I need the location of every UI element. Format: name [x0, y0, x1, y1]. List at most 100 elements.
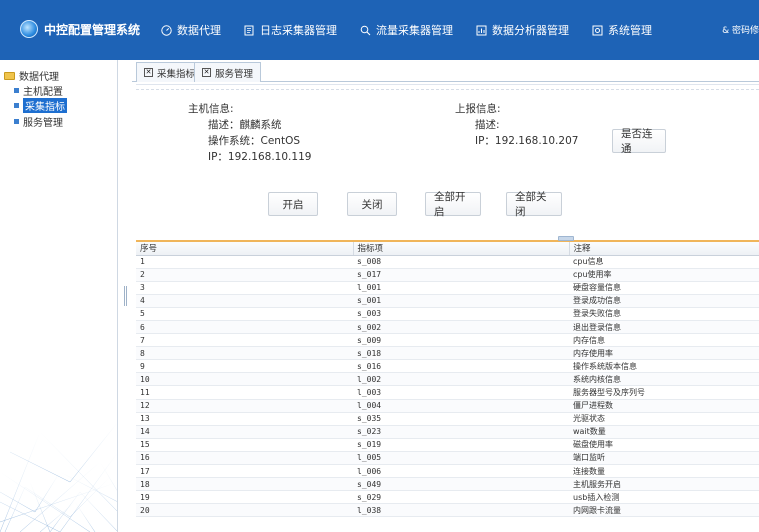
cell-comment: usb插入检测 — [569, 490, 759, 505]
cell-index: 19 — [136, 490, 353, 505]
brand: 中控配置管理系统 — [20, 20, 140, 38]
cell-metric: s_029 — [353, 490, 569, 505]
bullet-icon — [14, 119, 19, 124]
cell-index: 15 — [136, 438, 353, 452]
nav-traffic-collector[interactable]: 流量采集器管理 — [359, 22, 453, 38]
report-ip: IP：192.168.10.207 — [475, 135, 579, 147]
host-os: 操作系统：CentOS — [208, 135, 300, 147]
cell-metric: l_006 — [353, 464, 569, 479]
tab-service[interactable]: ✕ 服务管理 — [194, 62, 262, 82]
collapse-handle[interactable] — [558, 236, 574, 241]
cell-metric: l_002 — [353, 372, 569, 387]
table-row[interactable]: 6 s_002 退出登录信息 — [136, 320, 759, 335]
cell-comment: 服务器型号及序列号 — [569, 385, 759, 400]
cell-comment: 登录失败信息 — [569, 307, 759, 321]
main-nav: 数据代理 日志采集器管理 流量采集器管理 数据分析器管理 系统管理 — [160, 0, 674, 60]
cell-index: 11 — [136, 385, 353, 400]
column-header-comment[interactable]: 注释 — [569, 242, 759, 256]
check-connectivity-button[interactable]: 是否连通 — [612, 128, 666, 155]
table-row[interactable]: 8 s_018 内存使用率 — [136, 346, 759, 361]
table-row[interactable]: 19 s_029 usb插入检测 — [136, 490, 759, 505]
table-row[interactable]: 17 l_006 连接数量 — [136, 464, 759, 479]
cell-index: 18 — [136, 477, 353, 492]
cell-index: 7 — [136, 333, 353, 348]
cell-index: 8 — [136, 346, 353, 361]
top-bar: 中控配置管理系统 数据代理 日志采集器管理 流量采集器管理 数据分析器管理 系统… — [0, 0, 759, 60]
cell-index: 5 — [136, 307, 353, 321]
cell-metric: s_018 — [353, 346, 569, 361]
cell-comment: 端口监听 — [569, 451, 759, 466]
table-row[interactable]: 18 s_049 主机服务开启 — [136, 477, 759, 492]
cell-comment: cpu使用率 — [569, 268, 759, 282]
close-icon[interactable]: ✕ — [202, 68, 211, 77]
chart-icon — [475, 24, 487, 36]
tab-metrics[interactable]: ✕ 采集指标 — [136, 62, 204, 82]
column-header-index[interactable]: 序号 — [136, 242, 354, 256]
gear-icon — [591, 24, 603, 36]
table-row[interactable]: 7 s_009 内存信息 — [136, 333, 759, 348]
table-row[interactable]: 13 s_035 光驱状态 — [136, 412, 759, 426]
table-row[interactable]: 4 s_001 登录成功信息 — [136, 294, 759, 308]
close-icon[interactable]: ✕ — [144, 68, 153, 77]
toolbar-strip — [136, 84, 759, 90]
cell-comment: 僵尸进程数 — [569, 399, 759, 413]
cell-index: 9 — [136, 359, 353, 374]
cell-metric: l_005 — [353, 451, 569, 466]
tree-root-data-proxy[interactable]: 数据代理 — [4, 68, 59, 83]
table-row[interactable]: 3 l_001 硬盘容量信息 — [136, 281, 759, 295]
cell-index: 1 — [136, 255, 353, 269]
sidebar-resize-handle[interactable] — [124, 286, 127, 306]
table-row[interactable]: 14 s_023 wait数量 — [136, 425, 759, 439]
table-row[interactable]: 20 l_038 内网跟卡流量 — [136, 503, 759, 518]
table-row[interactable]: 11 l_003 服务器型号及序列号 — [136, 385, 759, 400]
cell-index: 16 — [136, 451, 353, 466]
bullet-icon — [14, 103, 19, 108]
cell-index: 6 — [136, 320, 353, 335]
nav-data-proxy[interactable]: 数据代理 — [160, 22, 221, 38]
sidebar-item-service[interactable]: 服务管理 — [14, 114, 63, 129]
table-row[interactable]: 10 l_002 系统内核信息 — [136, 372, 759, 387]
search-icon — [359, 24, 371, 36]
cell-comment: 系统内核信息 — [569, 372, 759, 387]
folder-icon — [4, 71, 15, 80]
cell-comment: 磁盘使用率 — [569, 438, 759, 452]
table-row[interactable]: 16 l_005 端口监听 — [136, 451, 759, 466]
cell-comment: 连接数量 — [569, 464, 759, 479]
sidebar-item-metrics[interactable]: 采集指标 — [14, 98, 67, 113]
tab-bar: ✕ 采集指标 ✕ 服务管理 — [132, 60, 759, 82]
nav-data-analyzer[interactable]: 数据分析器管理 — [475, 22, 569, 38]
stop-button[interactable]: 关闭 — [347, 192, 397, 216]
table-row[interactable]: 2 s_017 cpu使用率 — [136, 268, 759, 282]
metrics-table: 序号 指标项 注释 1 s_008 cpu信息 2 s_017 cpu使用率 3 l_001 硬… — [136, 242, 759, 532]
table-header-row: 序号 指标项 注释 — [136, 242, 759, 256]
cell-metric: l_003 — [353, 385, 569, 400]
change-password-link[interactable]: & 密码修 — [722, 23, 759, 36]
table-row[interactable]: 5 s_003 登录失败信息 — [136, 307, 759, 321]
cell-index: 12 — [136, 399, 353, 413]
nav-system[interactable]: 系统管理 — [591, 22, 652, 38]
column-header-metric[interactable]: 指标项 — [353, 242, 570, 256]
cell-index: 20 — [136, 503, 353, 518]
cell-metric: s_002 — [353, 320, 569, 335]
cell-metric: s_035 — [353, 412, 569, 426]
cell-metric: s_009 — [353, 333, 569, 348]
table-row[interactable]: 15 s_019 磁盘使用率 — [136, 438, 759, 452]
table-row[interactable]: 9 s_016 操作系统版本信息 — [136, 359, 759, 374]
start-all-button[interactable]: 全部开启 — [425, 191, 481, 218]
stop-all-button[interactable]: 全部关闭 — [506, 191, 562, 218]
table-row[interactable]: 12 l_004 僵尸进程数 — [136, 399, 759, 413]
cell-comment: wait数量 — [569, 425, 759, 439]
log-icon — [243, 24, 255, 36]
nav-log-collector[interactable]: 日志采集器管理 — [243, 22, 337, 38]
cell-metric: s_003 — [353, 307, 569, 321]
start-button[interactable]: 开启 — [268, 192, 318, 216]
cell-index: 2 — [136, 268, 353, 282]
cell-index: 17 — [136, 464, 353, 479]
table-row[interactable]: 1 s_008 cpu信息 — [136, 255, 759, 269]
cell-comment: cpu信息 — [569, 255, 759, 269]
cell-index: 10 — [136, 372, 353, 387]
sidebar-item-host-config[interactable]: 主机配置 — [14, 83, 63, 98]
logo-icon — [20, 20, 38, 38]
cell-metric: s_008 — [353, 255, 569, 269]
cell-metric: s_049 — [353, 477, 569, 492]
